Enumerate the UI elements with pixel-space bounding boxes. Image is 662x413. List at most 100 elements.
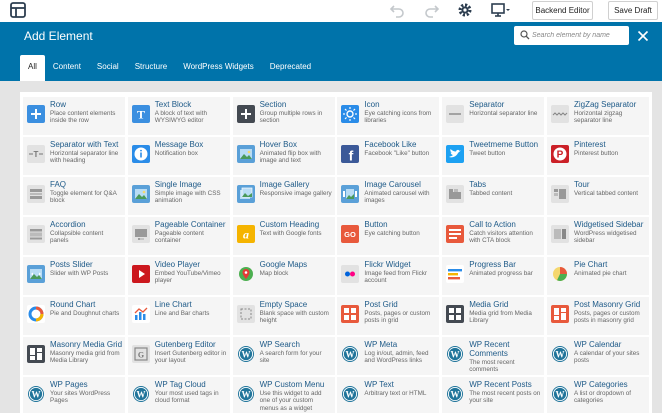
element-description: Text with Google fonts <box>259 230 322 237</box>
element-separator-with-text[interactable]: T Separator with Text Horizontal separator… <box>22 136 126 176</box>
element-text: Round Chart Pie and Doughnut charts <box>50 300 123 317</box>
element-progress-bar[interactable]: Progress Bar Animated progress bar <box>441 256 546 296</box>
element-separator[interactable]: Separator Horizontal separator line <box>441 96 546 136</box>
element-icon[interactable]: Icon Eye catching icons from libraries <box>336 96 441 136</box>
element-text: WP Recent Comments The most recent commen… <box>469 340 542 374</box>
element-title: Section <box>259 100 287 109</box>
element-hover-box[interactable]: Hover Box Animated flip box with image an… <box>231 136 336 176</box>
search-input[interactable] <box>532 28 624 43</box>
element-description: Tabbed content <box>469 190 513 197</box>
element-title: Gutenberg Editor <box>154 340 216 349</box>
element-facebook-like[interactable]: f Facebook Like Facebook "Like" button <box>336 136 441 176</box>
element-text-block[interactable]: T Text Block A block of text with WYSIWYG … <box>126 96 231 136</box>
undo-icon[interactable] <box>388 1 408 19</box>
element-video-player[interactable]: Video Player Embed YouTube/Vimeo player <box>126 256 231 296</box>
tab-wordpress-widgets[interactable]: WordPress Widgets <box>175 55 262 81</box>
element-posts-slider[interactable]: Posts Slider Slider with WP Posts <box>22 256 126 296</box>
modal-header: Add Element AllContentSocialStructureWor… <box>0 22 662 81</box>
element-message-box[interactable]: Message Box Notification box <box>126 136 231 176</box>
search-box[interactable] <box>514 26 629 45</box>
element-wp-search[interactable]: W WP Search A search form for your site <box>231 336 336 376</box>
tab-deprecated[interactable]: Deprecated <box>262 55 319 81</box>
element-section[interactable]: Section Group multiple rows in section <box>231 96 336 136</box>
close-icon[interactable] <box>637 30 649 42</box>
element-wp-custom-menu[interactable]: W WP Custom Menu Use this widget to add on… <box>231 376 336 413</box>
element-call-to-action[interactable]: Call to Action Catch visitors attention w… <box>441 216 546 256</box>
save-draft-button[interactable]: Save Draft <box>608 1 658 20</box>
tab-content[interactable]: Content <box>45 55 89 81</box>
masonry-icon <box>550 305 569 323</box>
element-title: Facebook Like <box>364 140 417 149</box>
element-tour[interactable]: Tour Vertical tabbed content <box>545 176 650 216</box>
element-wp-categories[interactable]: W WP Categories A list or dropdown of cate… <box>545 376 650 413</box>
element-pinterest[interactable]: P Pinterest Pinterest button <box>545 136 650 176</box>
tab-all[interactable]: All <box>20 55 45 81</box>
element-title: WP Calendar <box>573 340 622 349</box>
element-wp-meta[interactable]: W WP Meta Log in/out, admin, feed and Word… <box>336 336 441 376</box>
backend-editor-button[interactable]: Backend Editor <box>532 1 593 20</box>
element-single-image[interactable]: Single Image Simple image with CSS animat… <box>126 176 231 216</box>
element-custom-heading[interactable]: a Custom Heading Text with Google fonts <box>231 216 336 256</box>
tab-social[interactable]: Social <box>89 55 127 81</box>
element-pageable-container[interactable]: Pageable Container Pageable content conta… <box>126 216 231 256</box>
element-text: WP Search A search form for your site <box>260 340 333 365</box>
element-pie-chart[interactable]: Pie Chart Animated pie chart <box>545 256 650 296</box>
element-description: A list or dropdown of categories <box>573 390 632 405</box>
element-description: Pinterest button <box>573 150 619 157</box>
element-description: Map block <box>259 270 289 277</box>
element-zigzag-separator[interactable]: ZigZag Separator Horizontal zigzag separa… <box>545 96 650 136</box>
element-google-maps[interactable]: Google Maps Map block <box>231 256 336 296</box>
element-text: WP Text Arbitrary text or HTML <box>364 380 437 397</box>
svg-text:T: T <box>34 150 39 159</box>
element-round-chart[interactable]: Round Chart Pie and Doughnut charts <box>22 296 126 336</box>
wordpress-icon: W <box>446 385 464 403</box>
element-image-carousel[interactable]: Image Carousel Animated carousel with ima… <box>336 176 441 216</box>
element-description: Horizontal separator line with heading <box>50 150 119 165</box>
element-masonry-media-grid[interactable]: Masonry Media Grid Masonry media grid fro… <box>22 336 126 376</box>
tab-structure[interactable]: Structure <box>127 55 175 81</box>
builder-logo-icon[interactable] <box>10 2 26 18</box>
element-accordion[interactable]: Accordion Collapsible content panels <box>22 216 126 256</box>
image-icon <box>236 145 255 163</box>
element-image-gallery[interactable]: Image Gallery Responsive image gallery <box>231 176 336 216</box>
empty-space-icon <box>236 305 255 323</box>
element-button[interactable]: GO Button Eye catching button <box>336 216 441 256</box>
element-post-masonry-grid[interactable]: Post Masonry Grid Posts, pages or custom … <box>545 296 650 336</box>
gear-icon[interactable] <box>455 1 475 19</box>
element-text: Facebook Like Facebook "Like" button <box>364 140 437 157</box>
responsive-preview-icon[interactable] <box>489 1 513 19</box>
element-tabs[interactable]: Tabs Tabbed content <box>441 176 546 216</box>
wordpress-icon: W <box>551 385 569 403</box>
element-title: Pinterest <box>573 140 606 149</box>
element-title: Image Carousel <box>364 180 421 189</box>
element-wp-calendar[interactable]: W WP Calendar A calendar of your sites pos… <box>545 336 650 376</box>
faq-icon <box>27 185 45 203</box>
element-widgetised-sidebar[interactable]: Widgetised Sidebar WordPress widgetised s… <box>545 216 650 256</box>
element-wp-recent-posts[interactable]: W WP Recent Posts The most recent posts on… <box>441 376 546 413</box>
element-description: Toggle element for Q&A block <box>50 190 117 205</box>
element-media-grid[interactable]: Media Grid Media grid from Media Library <box>441 296 546 336</box>
element-wp-text[interactable]: W WP Text Arbitrary text or HTML <box>336 376 441 413</box>
element-line-chart[interactable]: Line Chart Line and Bar charts <box>126 296 231 336</box>
sun-icon <box>341 105 360 123</box>
element-post-grid[interactable]: Post Grid Posts, pages or custom posts in… <box>336 296 441 336</box>
element-description: WordPress widgetised sidebar <box>573 230 637 245</box>
separator-icon <box>446 105 465 123</box>
element-title: Pageable Container <box>154 220 226 229</box>
element-gutenberg-editor[interactable]: G Gutenberg Editor Insert Gutenberg editor… <box>126 336 231 376</box>
element-text: Separator Horizontal separator line <box>469 100 542 117</box>
element-wp-pages[interactable]: W WP Pages Your sites WordPress Pages <box>22 376 126 413</box>
element-wp-tag-cloud[interactable]: W WP Tag Cloud Your most used tags in clou… <box>126 376 231 413</box>
element-text: FAQ Toggle element for Q&A block <box>50 180 123 205</box>
element-text: Accordion Collapsible content panels <box>50 220 123 245</box>
heading-icon: a <box>236 225 255 243</box>
element-row[interactable]: Row Place content elements inside the row <box>22 96 126 136</box>
element-tweetmeme-button[interactable]: Tweetmeme Button Tweet button <box>441 136 546 176</box>
element-flickr-widget[interactable]: Flickr Widget Image feed from Flickr acco… <box>336 256 441 296</box>
redo-icon[interactable] <box>421 1 441 19</box>
element-faq[interactable]: FAQ Toggle element for Q&A block <box>22 176 126 216</box>
element-description: A block of text with WYSIWYG editor <box>154 110 207 125</box>
element-empty-space[interactable]: Empty Space Blank space with custom heigh… <box>231 296 336 336</box>
element-title: WP Recent Posts <box>469 380 532 389</box>
element-wp-recent-comments[interactable]: W WP Recent Comments The most recent comme… <box>441 336 546 376</box>
